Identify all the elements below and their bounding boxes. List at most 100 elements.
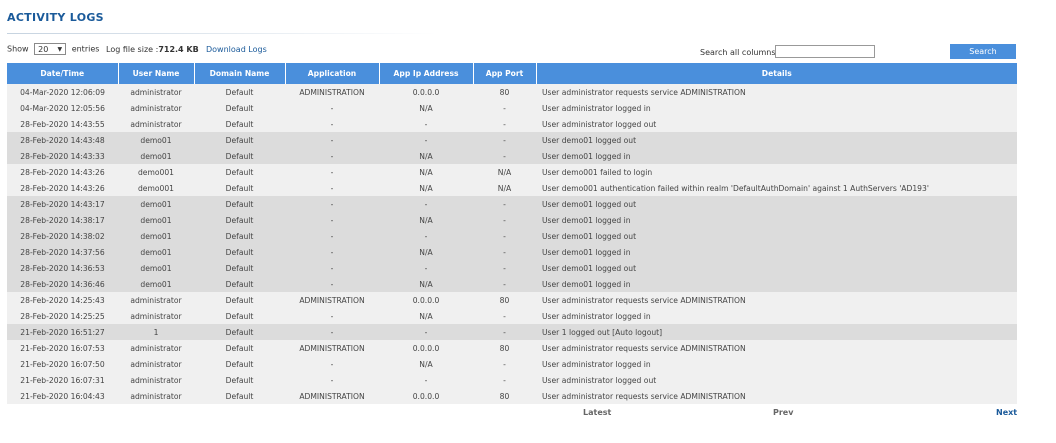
cell-application: - (285, 276, 379, 292)
cell-app-ip: 0.0.0.0 (379, 340, 473, 356)
entries-select-value: 20 (38, 45, 49, 54)
cell-details: User demo01 logged out (536, 228, 1017, 244)
column-header-domain-name[interactable]: Domain Name (194, 63, 286, 84)
cell-application: - (285, 164, 379, 180)
download-logs-link[interactable]: Download Logs (206, 45, 267, 54)
cell-datetime: 04-Mar-2020 12:05:56 (7, 100, 118, 116)
title-divider (7, 33, 437, 34)
table-row: 28-Feb-2020 14:43:26 demo001 Default - N/A N/… (7, 180, 1017, 196)
cell-details: User administrator logged in (536, 308, 1017, 324)
cell-domain-name: Default (194, 260, 285, 276)
cell-app-port: - (473, 244, 536, 260)
entries-select[interactable]: 20 ▼ (34, 43, 67, 55)
filesize-value: 712.4 KB (158, 45, 199, 54)
cell-application: - (285, 196, 379, 212)
pager-prev-link[interactable]: Prev (773, 408, 793, 417)
cell-user-name: 1 (118, 324, 194, 340)
column-header-app-port[interactable]: App Port (473, 63, 537, 84)
column-header-datetime[interactable]: Date/Time (7, 63, 119, 84)
cell-app-ip: N/A (379, 356, 473, 372)
pager-latest-link[interactable]: Latest (583, 408, 611, 417)
cell-application: - (285, 324, 379, 340)
cell-app-ip: N/A (379, 180, 473, 196)
table-row: 21-Feb-2020 16:07:31 administrator Default… (7, 372, 1017, 388)
cell-user-name: demo01 (118, 132, 194, 148)
cell-datetime: 21-Feb-2020 16:07:53 (7, 340, 118, 356)
cell-user-name: administrator (118, 116, 194, 132)
table-row: 21-Feb-2020 16:07:53 administrator Default… (7, 340, 1017, 356)
cell-details: User demo01 logged in (536, 276, 1017, 292)
column-header-app-ip-address[interactable]: App Ip Address (379, 63, 474, 84)
cell-application: - (285, 260, 379, 276)
cell-domain-name: Default (194, 196, 285, 212)
cell-datetime: 28-Feb-2020 14:43:26 (7, 180, 118, 196)
cell-application: - (285, 228, 379, 244)
cell-domain-name: Default (194, 244, 285, 260)
cell-domain-name: Default (194, 212, 285, 228)
cell-domain-name: Default (194, 148, 285, 164)
cell-datetime: 28-Feb-2020 14:38:02 (7, 228, 118, 244)
cell-app-ip: - (379, 196, 473, 212)
cell-application: ADMINISTRATION (285, 84, 379, 100)
cell-user-name: administrator (118, 340, 194, 356)
table-body: 04-Mar-2020 12:06:09 administrator Default… (7, 84, 1017, 404)
table-row: 28-Feb-2020 14:43:26 demo001 Default - N/A N/… (7, 164, 1017, 180)
cell-datetime: 21-Feb-2020 16:07:50 (7, 356, 118, 372)
table-row: 28-Feb-2020 14:43:33 demo01 Default - N/A - Us… (7, 148, 1017, 164)
table-row: 28-Feb-2020 14:38:02 demo01 Default - - - User… (7, 228, 1017, 244)
cell-application: - (285, 148, 379, 164)
cell-app-ip: - (379, 116, 473, 132)
column-header-user-name[interactable]: User Name (118, 63, 195, 84)
cell-app-ip: 0.0.0.0 (379, 388, 473, 404)
show-label: Show (7, 44, 29, 54)
cell-domain-name: Default (194, 180, 285, 196)
pager-next-link[interactable]: Next (996, 408, 1017, 417)
column-header-application[interactable]: Application (285, 63, 380, 84)
cell-app-port: N/A (473, 180, 536, 196)
cell-user-name: demo01 (118, 276, 194, 292)
cell-domain-name: Default (194, 372, 285, 388)
cell-datetime: 04-Mar-2020 12:06:09 (7, 84, 118, 100)
cell-app-port: - (473, 116, 536, 132)
cell-datetime: 21-Feb-2020 16:51:27 (7, 324, 118, 340)
cell-application: - (285, 132, 379, 148)
table-row: 04-Mar-2020 12:05:56 administrator Default… (7, 100, 1017, 116)
cell-datetime: 21-Feb-2020 16:04:43 (7, 388, 118, 404)
cell-app-ip: - (379, 260, 473, 276)
cell-datetime: 21-Feb-2020 16:07:31 (7, 372, 118, 388)
cell-domain-name: Default (194, 292, 285, 308)
cell-app-port: - (473, 356, 536, 372)
cell-app-ip: N/A (379, 212, 473, 228)
cell-datetime: 28-Feb-2020 14:43:48 (7, 132, 118, 148)
cell-application: ADMINISTRATION (285, 388, 379, 404)
table-row: 21-Feb-2020 16:04:43 administrator Default… (7, 388, 1017, 404)
cell-app-port: - (473, 276, 536, 292)
search-button[interactable]: Search (950, 44, 1016, 59)
cell-domain-name: Default (194, 100, 285, 116)
cell-app-ip: N/A (379, 100, 473, 116)
cell-datetime: 28-Feb-2020 14:25:25 (7, 308, 118, 324)
cell-domain-name: Default (194, 356, 285, 372)
cell-app-port: - (473, 196, 536, 212)
cell-app-port: - (473, 228, 536, 244)
cell-domain-name: Default (194, 164, 285, 180)
search-input[interactable] (775, 45, 875, 58)
page-title: ACTIVITY LOGS (7, 11, 104, 24)
table-row: 21-Feb-2020 16:07:50 administrator Default… (7, 356, 1017, 372)
cell-application: - (285, 244, 379, 260)
cell-details: User demo01 logged out (536, 260, 1017, 276)
table-row: 28-Feb-2020 14:43:17 demo01 Default - - - User… (7, 196, 1017, 212)
cell-app-ip: N/A (379, 148, 473, 164)
cell-user-name: administrator (118, 84, 194, 100)
table-header-row: Date/Time User Name Domain Name Applicat… (7, 63, 1017, 84)
cell-user-name: demo001 (118, 180, 194, 196)
cell-details: User demo01 logged out (536, 196, 1017, 212)
cell-app-ip: 0.0.0.0 (379, 292, 473, 308)
cell-app-ip: - (379, 132, 473, 148)
cell-details: User administrator requests service ADMI… (536, 388, 1017, 404)
cell-datetime: 28-Feb-2020 14:36:53 (7, 260, 118, 276)
cell-datetime: 28-Feb-2020 14:38:17 (7, 212, 118, 228)
cell-details: User administrator logged out (536, 116, 1017, 132)
column-header-details[interactable]: Details (536, 63, 1017, 84)
cell-details: User administrator requests service ADMI… (536, 340, 1017, 356)
